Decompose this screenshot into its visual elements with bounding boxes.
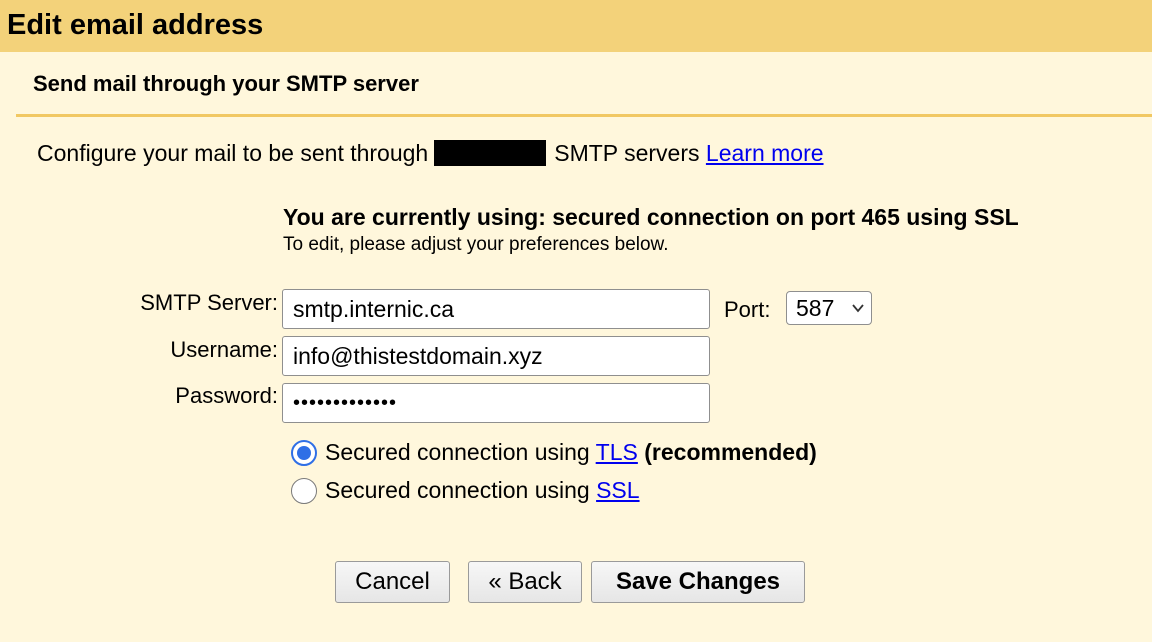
tls-recommended-note: (recommended) — [644, 439, 817, 465]
tls-option-label: Secured connection using TLS (recommende… — [325, 437, 817, 467]
dialog-title: Edit email address — [7, 9, 264, 41]
password-label: Password: — [175, 383, 278, 408]
ssl-option-label: Secured connection using SSL — [325, 475, 640, 505]
username-input[interactable]: info@thistestdomain.xyz — [282, 336, 710, 376]
section-divider — [16, 114, 1152, 117]
smtp-server-input[interactable]: smtp.internic.ca — [282, 289, 710, 329]
dialog-title-bar: Edit email address — [0, 0, 1152, 52]
port-label: Port: — [724, 297, 771, 322]
password-input[interactable]: ••••••••••••• — [282, 383, 710, 423]
smtp-server-label: SMTP Server: — [140, 290, 278, 315]
section-subtitle: Send mail through your SMTP server — [33, 71, 419, 96]
learn-more-link[interactable]: Learn more — [706, 140, 824, 166]
intro-text: Configure your mail to be sent through SM… — [37, 138, 824, 168]
cancel-button[interactable]: Cancel — [335, 561, 450, 603]
chevron-down-icon — [852, 304, 864, 313]
port-selected-value: 587 — [796, 295, 835, 321]
tls-option-text: Secured connection using — [325, 439, 590, 465]
port-select[interactable]: 587 — [786, 291, 872, 325]
ssl-radio[interactable] — [291, 478, 317, 504]
current-connection-status: You are currently using: secured connect… — [283, 204, 1019, 230]
username-label: Username: — [170, 337, 278, 362]
intro-prefix: Configure your mail to be sent through — [37, 140, 429, 166]
redacted-block — [434, 140, 547, 166]
tls-radio[interactable] — [291, 440, 317, 466]
ssl-option-text: Secured connection using — [325, 477, 590, 503]
back-button[interactable]: « Back — [468, 561, 582, 603]
save-changes-button[interactable]: Save Changes — [591, 561, 805, 603]
intro-suffix: SMTP servers — [554, 140, 700, 166]
ssl-link[interactable]: SSL — [596, 477, 639, 503]
tls-link[interactable]: TLS — [596, 439, 638, 465]
status-hint: To edit, please adjust your preferences … — [283, 234, 669, 255]
